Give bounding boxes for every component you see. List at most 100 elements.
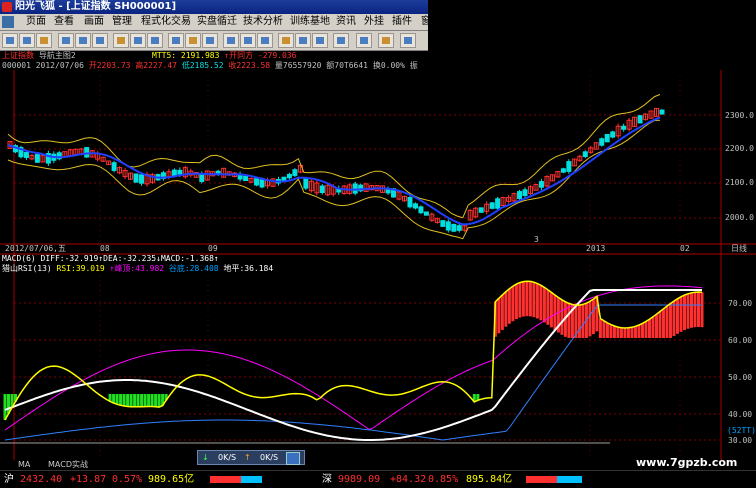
period-label[interactable]: 日线 [731, 244, 747, 254]
candle-body [533, 184, 539, 191]
candle-body [67, 149, 73, 157]
toolbar-button[interactable] [147, 33, 163, 48]
candle-body [330, 186, 336, 195]
ind-tick: 60.00 [728, 336, 753, 345]
candle-body [226, 171, 232, 176]
ind-tick: 70.00 [728, 299, 753, 308]
toolbar-button[interactable] [58, 33, 74, 48]
toolbar-button[interactable] [202, 33, 218, 48]
rsi-ceiling: ↑峰顶:43.982 [109, 264, 165, 273]
toolbar-button[interactable] [2, 33, 18, 48]
chart-tab-nav[interactable]: 导航主图2 [39, 51, 76, 60]
toolbar-button[interactable] [333, 33, 349, 48]
candle-body [7, 141, 13, 149]
upload-arrow-icon: ↑ [244, 453, 251, 462]
tab-macd-practice[interactable]: MACD实战 [48, 460, 88, 470]
date-tick-3: 3 [534, 235, 539, 244]
candle-body [18, 147, 24, 158]
menu-canvas[interactable]: 画面 [84, 14, 104, 30]
toolbar-button[interactable] [378, 33, 394, 48]
toolbar-button[interactable] [356, 33, 372, 48]
toolbar-button[interactable] [223, 33, 239, 48]
candle-body [160, 172, 166, 180]
menu-live-trading[interactable]: 实盘循迁 [197, 14, 237, 30]
candle-body [100, 156, 106, 162]
rsi-header: 猎山RSI(13) RSI:39.019 ↑峰顶:43.982 谷底:28.40… [2, 264, 273, 274]
toolbar-button[interactable] [278, 33, 294, 48]
lower-band-line [7, 119, 661, 240]
candle-body [117, 167, 123, 174]
menu-training[interactable]: 训练基地 [290, 14, 330, 30]
menu-page[interactable]: 页面 [26, 14, 46, 30]
toolbar-button[interactable] [19, 33, 35, 48]
candle-body [423, 211, 429, 216]
candle-body [177, 169, 183, 175]
macd-header: MACD(6) DIFF:-32.919↑DEA:-32.235↓MACD:-1… [2, 254, 219, 264]
sh-change-pct: 0.57% [112, 474, 143, 485]
candle-body [188, 170, 194, 176]
app-logo-icon [2, 2, 12, 12]
sh-label: 沪 [4, 474, 14, 485]
rsi-valley: 谷底:28.408 [168, 264, 219, 273]
toolbar-button[interactable] [400, 33, 416, 48]
candle-body [352, 183, 358, 194]
menu-window[interactable]: 窗 [421, 14, 431, 30]
candle-body [434, 218, 440, 223]
sh-change: +13.87 [70, 474, 107, 485]
candle-body [84, 147, 90, 158]
candle-body [440, 220, 446, 227]
candle-body [259, 178, 265, 188]
price-tick: 2200.0 [725, 144, 754, 153]
network-icon[interactable] [286, 452, 300, 465]
toolbar-button[interactable] [185, 33, 201, 48]
menu-program-trading[interactable]: 程式化交易 [141, 14, 191, 30]
menu-view[interactable]: 查看 [54, 14, 74, 30]
candle-body [522, 189, 528, 197]
high-price: 高2227.47 [135, 61, 177, 70]
menu-app-icon[interactable] [2, 16, 14, 28]
menu-plugins[interactable]: 插件 [392, 14, 412, 30]
candle-body [106, 160, 112, 166]
menu-plugins-ext[interactable]: 外挂 [364, 14, 384, 30]
toolbar-button[interactable] [75, 33, 91, 48]
candle-body [478, 207, 484, 213]
toolbar-button[interactable] [257, 33, 273, 48]
sh-amount: 989.65亿 [148, 474, 195, 485]
candle-body [484, 203, 490, 212]
candle-body [654, 107, 660, 117]
candle-body [385, 188, 391, 194]
toolbar-button[interactable] [240, 33, 256, 48]
candle-body [144, 173, 150, 185]
candle-body [204, 170, 210, 181]
toolbar-button[interactable] [92, 33, 108, 48]
rsi-floor: 地平:36.184 [223, 264, 274, 273]
chart-header-line2: 000001 2012/07/06 开2203.73 高2227.47 低218… [2, 61, 418, 71]
candle-body [571, 158, 577, 167]
candle-body [182, 167, 188, 178]
low-price: 低2185.52 [181, 61, 224, 70]
menu-manage[interactable]: 管理 [112, 14, 132, 30]
toolbar-button[interactable] [312, 33, 328, 48]
tab-ma[interactable]: MA [18, 460, 30, 470]
candle-body [374, 185, 380, 192]
rsi-line [4, 280, 703, 421]
menu-technical-analysis[interactable]: 技术分析 [243, 14, 283, 30]
toolbar-button[interactable] [168, 33, 184, 48]
candle-body [29, 154, 35, 160]
candle-body [473, 207, 479, 218]
candle-body [621, 125, 627, 130]
candle-body [265, 179, 271, 187]
toolbar-button[interactable] [130, 33, 146, 48]
close-price: 收2223.58 [228, 61, 271, 70]
toolbar-button[interactable] [295, 33, 311, 48]
toolbar-button[interactable] [36, 33, 52, 48]
menu-bar: 页面 查看 画面 管理 程式化交易 实盘循迁 技术分析 训练基地 资讯 外挂 插… [0, 14, 431, 31]
mtt-change: ↑开同方 -279.036 [224, 51, 297, 60]
candle-body [243, 175, 249, 182]
candle-body [45, 153, 51, 164]
menu-news[interactable]: 资讯 [336, 14, 356, 30]
index-name: 上证指数 [2, 51, 34, 60]
toolbar-button[interactable] [113, 33, 129, 48]
sh-updown-bar [210, 476, 262, 483]
sh-index-value: 2432.40 [20, 474, 63, 485]
